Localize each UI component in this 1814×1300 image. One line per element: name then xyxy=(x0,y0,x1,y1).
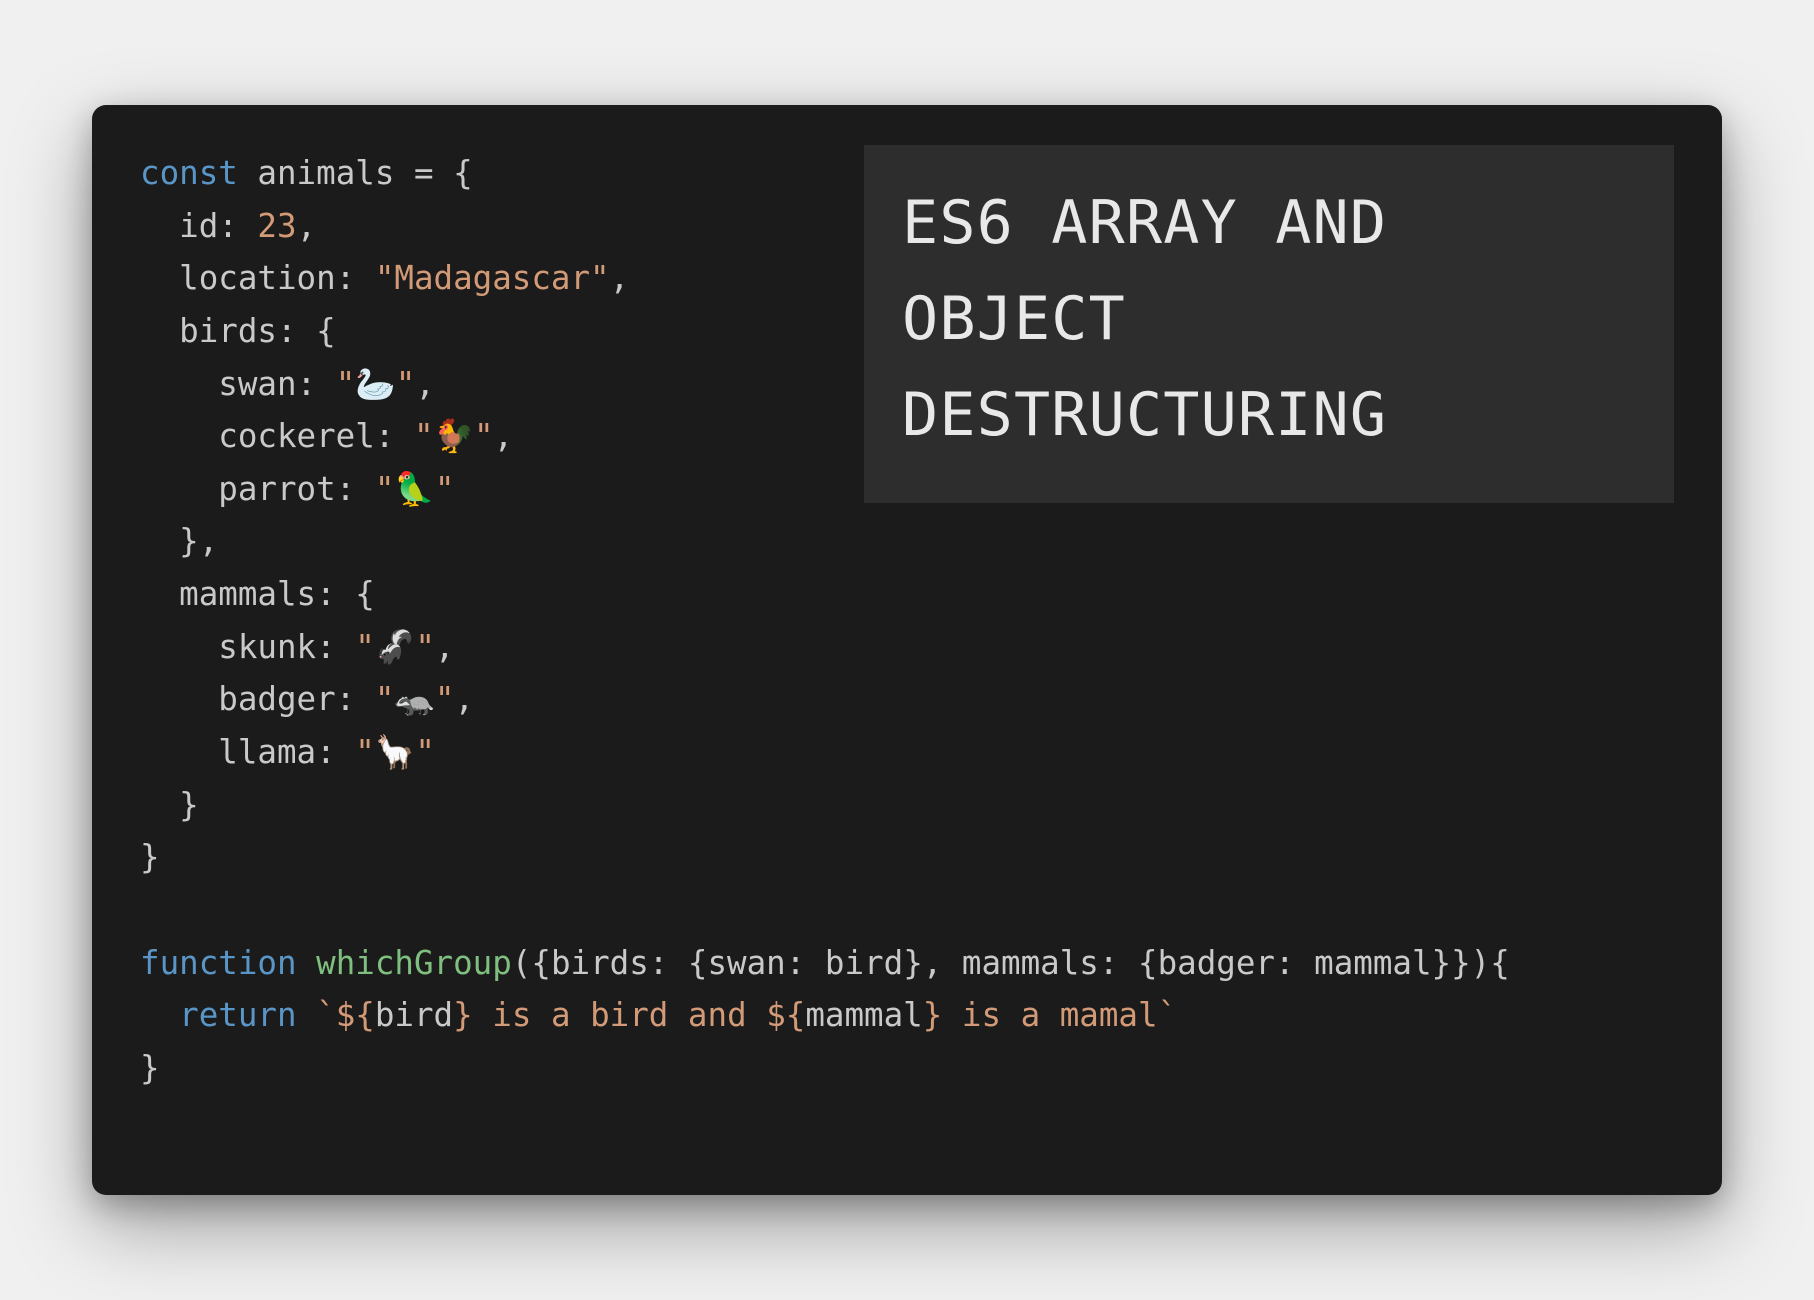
prop-id: id xyxy=(179,207,218,245)
colon-open: : { xyxy=(1099,944,1158,982)
title-line-2: OBJECT xyxy=(902,284,1126,354)
val-location: "Madagascar" xyxy=(375,259,610,297)
prop-badger: badger xyxy=(218,680,335,718)
tmpl-close: } xyxy=(923,996,943,1034)
code-card: ES6 ARRAY AND OBJECT DESTRUCTURING const… xyxy=(92,105,1722,1195)
prop-mammals: mammals xyxy=(179,575,316,613)
colon: : xyxy=(316,628,355,666)
param-bird-alias: bird xyxy=(825,944,903,982)
badger-emoji-icon: 🦡 xyxy=(394,680,434,718)
val-id: 23 xyxy=(257,207,296,245)
str-quote: " xyxy=(474,417,494,455)
prop-swan: swan xyxy=(218,365,296,403)
skunk-emoji-icon: 🦨 xyxy=(375,628,415,666)
str-quote: " xyxy=(375,470,395,508)
tmpl-text: is a mamal xyxy=(942,996,1157,1034)
str-quote: " xyxy=(375,680,395,718)
comma: , xyxy=(435,628,455,666)
punc: = { xyxy=(394,154,472,192)
colon: : xyxy=(316,733,355,771)
str-quote: " xyxy=(396,365,416,403)
llama-emoji-icon: 🦙 xyxy=(375,733,415,771)
str-quote: " xyxy=(415,733,435,771)
tmpl-close: } xyxy=(453,996,473,1034)
stage: ES6 ARRAY AND OBJECT DESTRUCTURING const… xyxy=(0,0,1814,1300)
tmpl-open: ${ xyxy=(766,996,805,1034)
parrot-emoji-icon: 🦜 xyxy=(394,470,434,508)
swan-emoji-icon: 🦢 xyxy=(355,365,395,403)
prop-skunk: skunk xyxy=(218,628,316,666)
close-brace: } xyxy=(179,786,199,824)
colon: : xyxy=(1275,944,1314,982)
comma: , xyxy=(454,680,474,718)
keyword-return: return xyxy=(179,996,296,1034)
tmpl-text: is a bird and xyxy=(473,996,767,1034)
param-mammals: mammals xyxy=(962,944,1099,982)
tmpl-var-bird: bird xyxy=(375,996,453,1034)
comma: , xyxy=(494,417,514,455)
open-brace: : { xyxy=(316,575,375,613)
prop-cockerel: cockerel xyxy=(218,417,375,455)
param-swan: swan xyxy=(707,944,785,982)
colon: : xyxy=(218,207,257,245)
str-quote: " xyxy=(435,470,455,508)
tmpl-var-mammal: mammal xyxy=(805,996,922,1034)
str-quote: " xyxy=(336,365,356,403)
keyword-const: const xyxy=(140,154,238,192)
colon: : xyxy=(375,417,414,455)
str-quote: " xyxy=(355,628,375,666)
param-mammal-alias: mammal xyxy=(1314,944,1431,982)
title-box: ES6 ARRAY AND OBJECT DESTRUCTURING xyxy=(864,145,1674,503)
cockerel-emoji-icon: 🐓 xyxy=(434,417,474,455)
keyword-function: function xyxy=(140,944,297,982)
colon: : xyxy=(336,259,375,297)
tmpl-tick: ` xyxy=(1158,996,1178,1034)
title-line-1: ES6 ARRAY AND xyxy=(902,188,1387,258)
prop-parrot: parrot xyxy=(218,470,335,508)
colon: : xyxy=(297,365,336,403)
comma: , xyxy=(923,944,962,982)
close-brace: } xyxy=(903,944,923,982)
str-quote: " xyxy=(435,680,455,718)
title-line-3: DESTRUCTURING xyxy=(902,380,1387,450)
str-quote: " xyxy=(355,733,375,771)
colon: : xyxy=(336,470,375,508)
tmpl-tick: ` xyxy=(316,996,336,1034)
fn-close-brace: } xyxy=(140,1049,160,1087)
comma: , xyxy=(610,259,630,297)
colon: : xyxy=(786,944,825,982)
fn-name: whichGroup xyxy=(316,944,512,982)
comma: , xyxy=(297,207,317,245)
str-quote: " xyxy=(414,417,434,455)
fn-params-open: ({ xyxy=(512,944,551,982)
var-animals: animals xyxy=(257,154,394,192)
colon-open: : { xyxy=(649,944,708,982)
prop-birds: birds xyxy=(179,312,277,350)
fn-params-end: }}){ xyxy=(1432,944,1510,982)
prop-location: location xyxy=(179,259,336,297)
comma: , xyxy=(415,365,435,403)
colon: : xyxy=(336,680,375,718)
param-badger: badger xyxy=(1158,944,1275,982)
str-quote: " xyxy=(415,628,435,666)
close-brace-comma: }, xyxy=(179,522,218,560)
param-birds: birds xyxy=(551,944,649,982)
close-brace: } xyxy=(140,838,160,876)
tmpl-open: ${ xyxy=(336,996,375,1034)
prop-llama: llama xyxy=(218,733,316,771)
open-brace: : { xyxy=(277,312,336,350)
title-text: ES6 ARRAY AND OBJECT DESTRUCTURING xyxy=(902,175,1636,463)
